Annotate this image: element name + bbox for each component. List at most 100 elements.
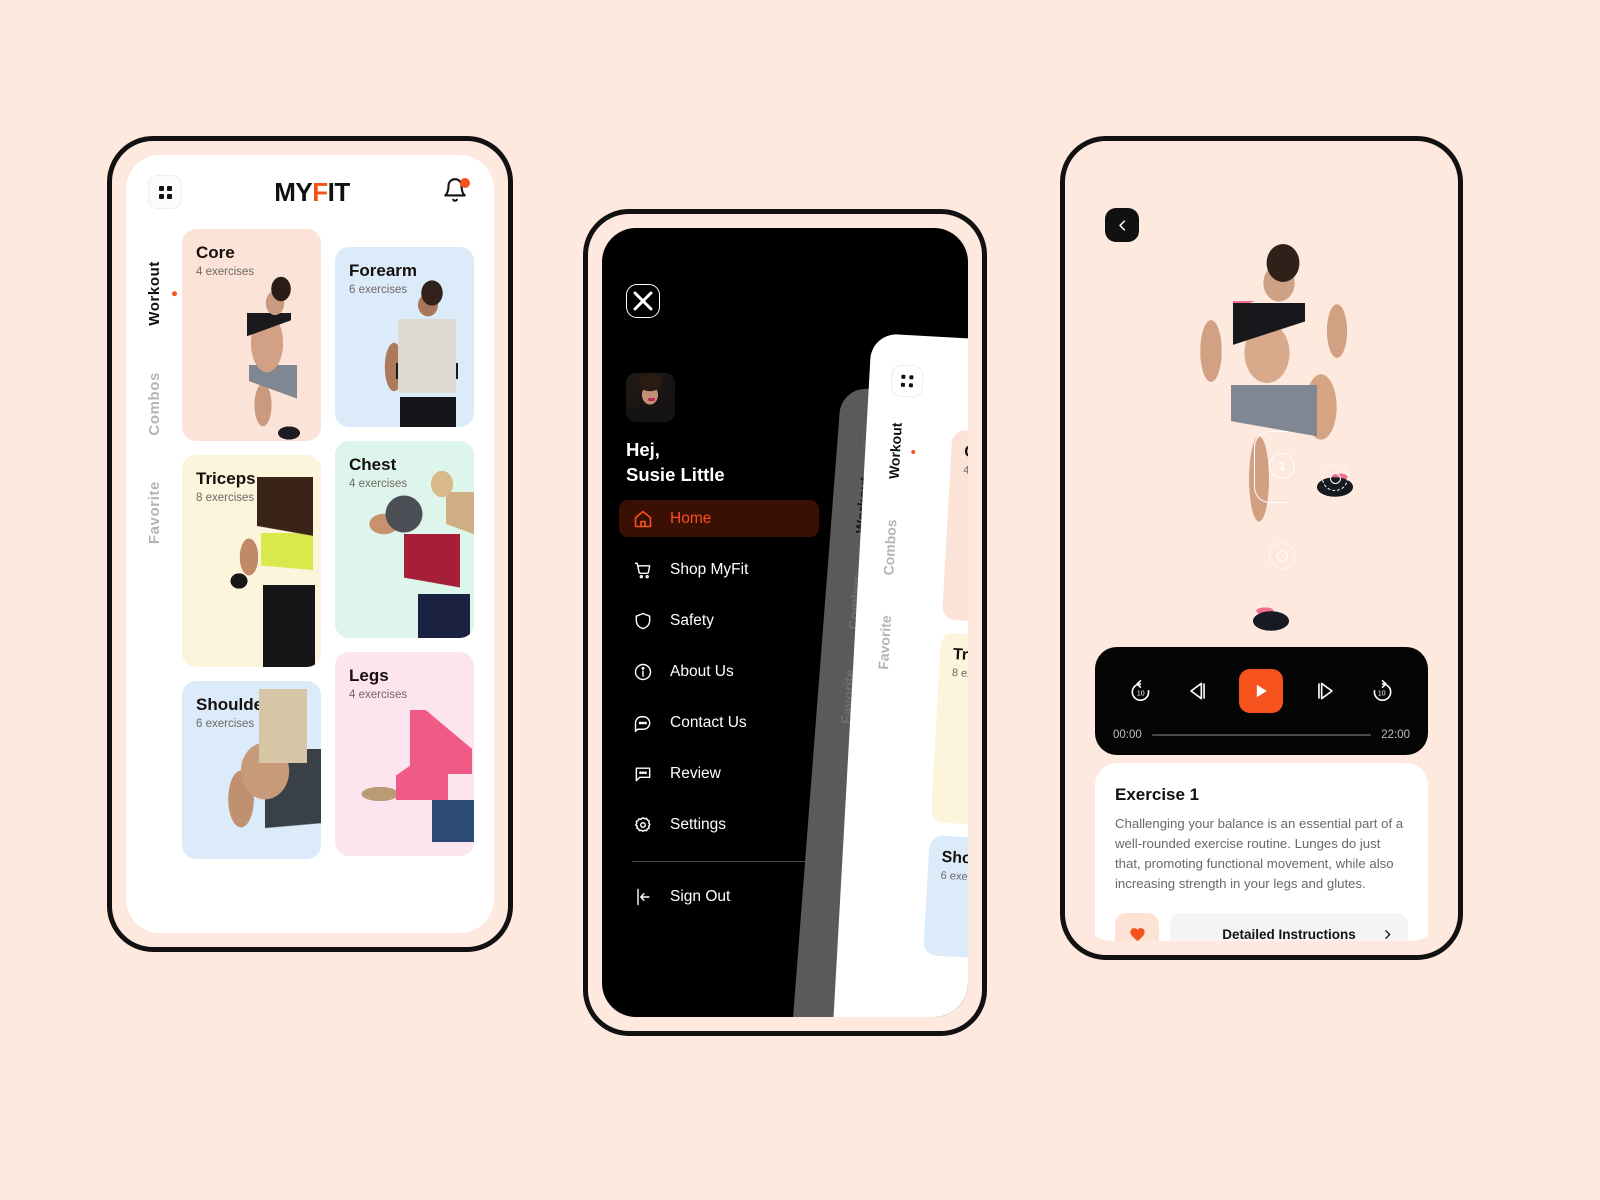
category-tabs: Workout Combos Favorite [126, 229, 182, 933]
drawer-menu: Home Shop MyFit Safety About Us Contact … [619, 500, 819, 929]
detailed-instructions-button[interactable]: Detailed Instructions [1170, 913, 1408, 941]
logo-it: IT [327, 177, 351, 207]
home-icon [632, 508, 653, 529]
info-actions: Detailed Instructions [1115, 913, 1408, 941]
info-circle-icon [632, 661, 653, 682]
exercise-player: 1 10 10 00:00 22:00 Exercise 1 Challengi… [1079, 155, 1444, 941]
canvas: MYFIT Workout Combos Favorite Core 4 exe… [0, 0, 1600, 1200]
grid-menu-icon [890, 364, 925, 398]
card-subtitle: 4 exercises [349, 688, 408, 701]
hero-marker-target-calf[interactable] [1269, 543, 1295, 569]
phone-menu-screen: Workout Combos Favorite Workout Combos F… [602, 228, 968, 1017]
card-title: Chest [349, 455, 397, 474]
menu-item-sign-out[interactable]: Sign Out [619, 878, 819, 915]
menu-item-label: Review [670, 764, 721, 782]
menu-item-about-us[interactable]: About Us [619, 653, 819, 690]
notification-bell-icon[interactable] [442, 177, 472, 207]
card-subtitle: 4 exercises [349, 477, 408, 490]
menu-divider [632, 861, 806, 862]
avatar[interactable] [626, 373, 675, 422]
chevron-left-icon[interactable] [1105, 208, 1139, 242]
phone-player-screen: 1 10 10 00:00 22:00 Exercise 1 Challengi… [1079, 155, 1444, 941]
player-progress[interactable]: 00:00 22:00 [1113, 729, 1410, 741]
video-player-controls: 10 10 00:00 22:00 [1095, 647, 1428, 755]
menu-item-label: Shop MyFit [670, 560, 749, 578]
progress-bar[interactable] [1151, 734, 1372, 736]
phone-home: MYFIT Workout Combos Favorite Core 4 exe… [107, 136, 513, 952]
menu-item-review[interactable]: Review [619, 755, 819, 792]
workout-card-core[interactable]: Core 4 exercises [182, 229, 321, 441]
menu-drawer: Workout Combos Favorite Workout Combos F… [602, 228, 968, 1017]
card-title: Forearm [349, 261, 418, 280]
logo-f: F [312, 177, 328, 207]
time-total: 22:00 [1381, 729, 1410, 741]
card-title: Triceps [196, 469, 256, 488]
card-subtitle: 4 exercises [196, 265, 255, 278]
phone-player: 1 10 10 00:00 22:00 Exercise 1 Challengi… [1060, 136, 1463, 960]
card-title: Core [196, 243, 235, 262]
menu-item-home[interactable]: Home [619, 500, 819, 537]
sidebar-item-combos[interactable]: Combos [146, 372, 163, 436]
message-square-icon [632, 763, 653, 784]
preview-cards: Core 4 exercises Triceps 8 exercises Sho… [922, 429, 968, 978]
preview-tabs: Workout Combos Favorite [873, 422, 905, 709]
chevron-right-icon [1381, 928, 1394, 941]
menu-item-safety[interactable]: Safety [619, 602, 819, 639]
grid-menu-icon[interactable] [148, 175, 182, 209]
logo-my: MY [274, 177, 313, 207]
card-subtitle: 6 exercises [196, 717, 255, 730]
sign-out-icon [632, 886, 653, 907]
gear-icon [632, 814, 653, 835]
card-subtitle: 8 exercises [196, 491, 255, 504]
preview-tab-combos: Combos [880, 518, 900, 576]
workout-card-triceps[interactable]: Triceps 8 exercises [182, 455, 321, 667]
sidebar-item-workout[interactable]: Workout [146, 261, 163, 326]
preview-card-shoulders: Shoulders 6 exercises [923, 835, 968, 965]
menu-item-contact-us[interactable]: Contact Us [619, 704, 819, 741]
card-column-right: Forearm 6 exercises Chest 4 exercises Le… [335, 229, 474, 933]
menu-item-shop-myfit[interactable]: Shop MyFit [619, 551, 819, 588]
svg-text:10: 10 [1378, 691, 1386, 698]
preview-card-triceps: Triceps 8 exercises [930, 632, 968, 832]
workout-card-grid: Core 4 exercises Triceps 8 exercises Sho… [182, 229, 494, 933]
workout-card-legs[interactable]: Legs 4 exercises [335, 652, 474, 856]
player-buttons: 10 10 [1113, 669, 1410, 713]
card-title: Shoulders [196, 695, 280, 714]
menu-item-label: Contact Us [670, 713, 747, 731]
home-body: Workout Combos Favorite Core 4 exercises… [126, 229, 494, 933]
sidebar-item-favorite[interactable]: Favorite [146, 481, 163, 544]
menu-item-label: Sign Out [670, 887, 731, 905]
menu-item-label: About Us [670, 662, 734, 680]
card-subtitle: 4 exercises [962, 464, 968, 479]
phone-menu: Workout Combos Favorite Workout Combos F… [583, 209, 987, 1036]
hero-marker-target-knee[interactable] [1322, 465, 1348, 491]
menu-item-label: Safety [670, 611, 714, 629]
greeting-line-2: Susie Little [626, 463, 725, 485]
preview-tab-workout: Workout [885, 422, 905, 480]
workout-card-forearm[interactable]: Forearm 6 exercises [335, 247, 474, 427]
svg-text:10: 10 [1137, 691, 1145, 698]
menu-item-label: Home [670, 509, 712, 527]
phone-home-screen: MYFIT Workout Combos Favorite Core 4 exe… [126, 155, 494, 933]
card-column-left: Core 4 exercises Triceps 8 exercises Sho… [182, 229, 321, 933]
time-current: 00:00 [1113, 729, 1142, 741]
next-frame-icon[interactable] [1313, 678, 1339, 704]
exercise-description: Challenging your balance is an essential… [1115, 816, 1404, 892]
menu-item-settings[interactable]: Settings [619, 806, 819, 843]
greeting: Hej, Susie Little [626, 438, 725, 487]
forward-10-icon[interactable]: 10 [1369, 678, 1395, 704]
shield-icon [632, 610, 653, 631]
workout-card-chest[interactable]: Chest 4 exercises [335, 441, 474, 638]
detailed-instructions-label: Detailed Instructions [1222, 926, 1356, 941]
page-title: Exercise 1 [1115, 785, 1200, 804]
exercise-hero-image: 1 [1079, 215, 1444, 715]
workout-card-shoulders[interactable]: Shoulders 6 exercises [182, 681, 321, 859]
play-icon[interactable] [1239, 669, 1284, 713]
close-icon[interactable] [626, 284, 660, 318]
heart-icon[interactable] [1115, 913, 1159, 941]
card-title: Legs [349, 666, 389, 685]
previous-frame-icon[interactable] [1184, 678, 1210, 704]
hero-marker-1[interactable]: 1 [1269, 453, 1295, 479]
menu-item-label: Settings [670, 815, 727, 833]
replay-10-icon[interactable]: 10 [1128, 678, 1154, 704]
